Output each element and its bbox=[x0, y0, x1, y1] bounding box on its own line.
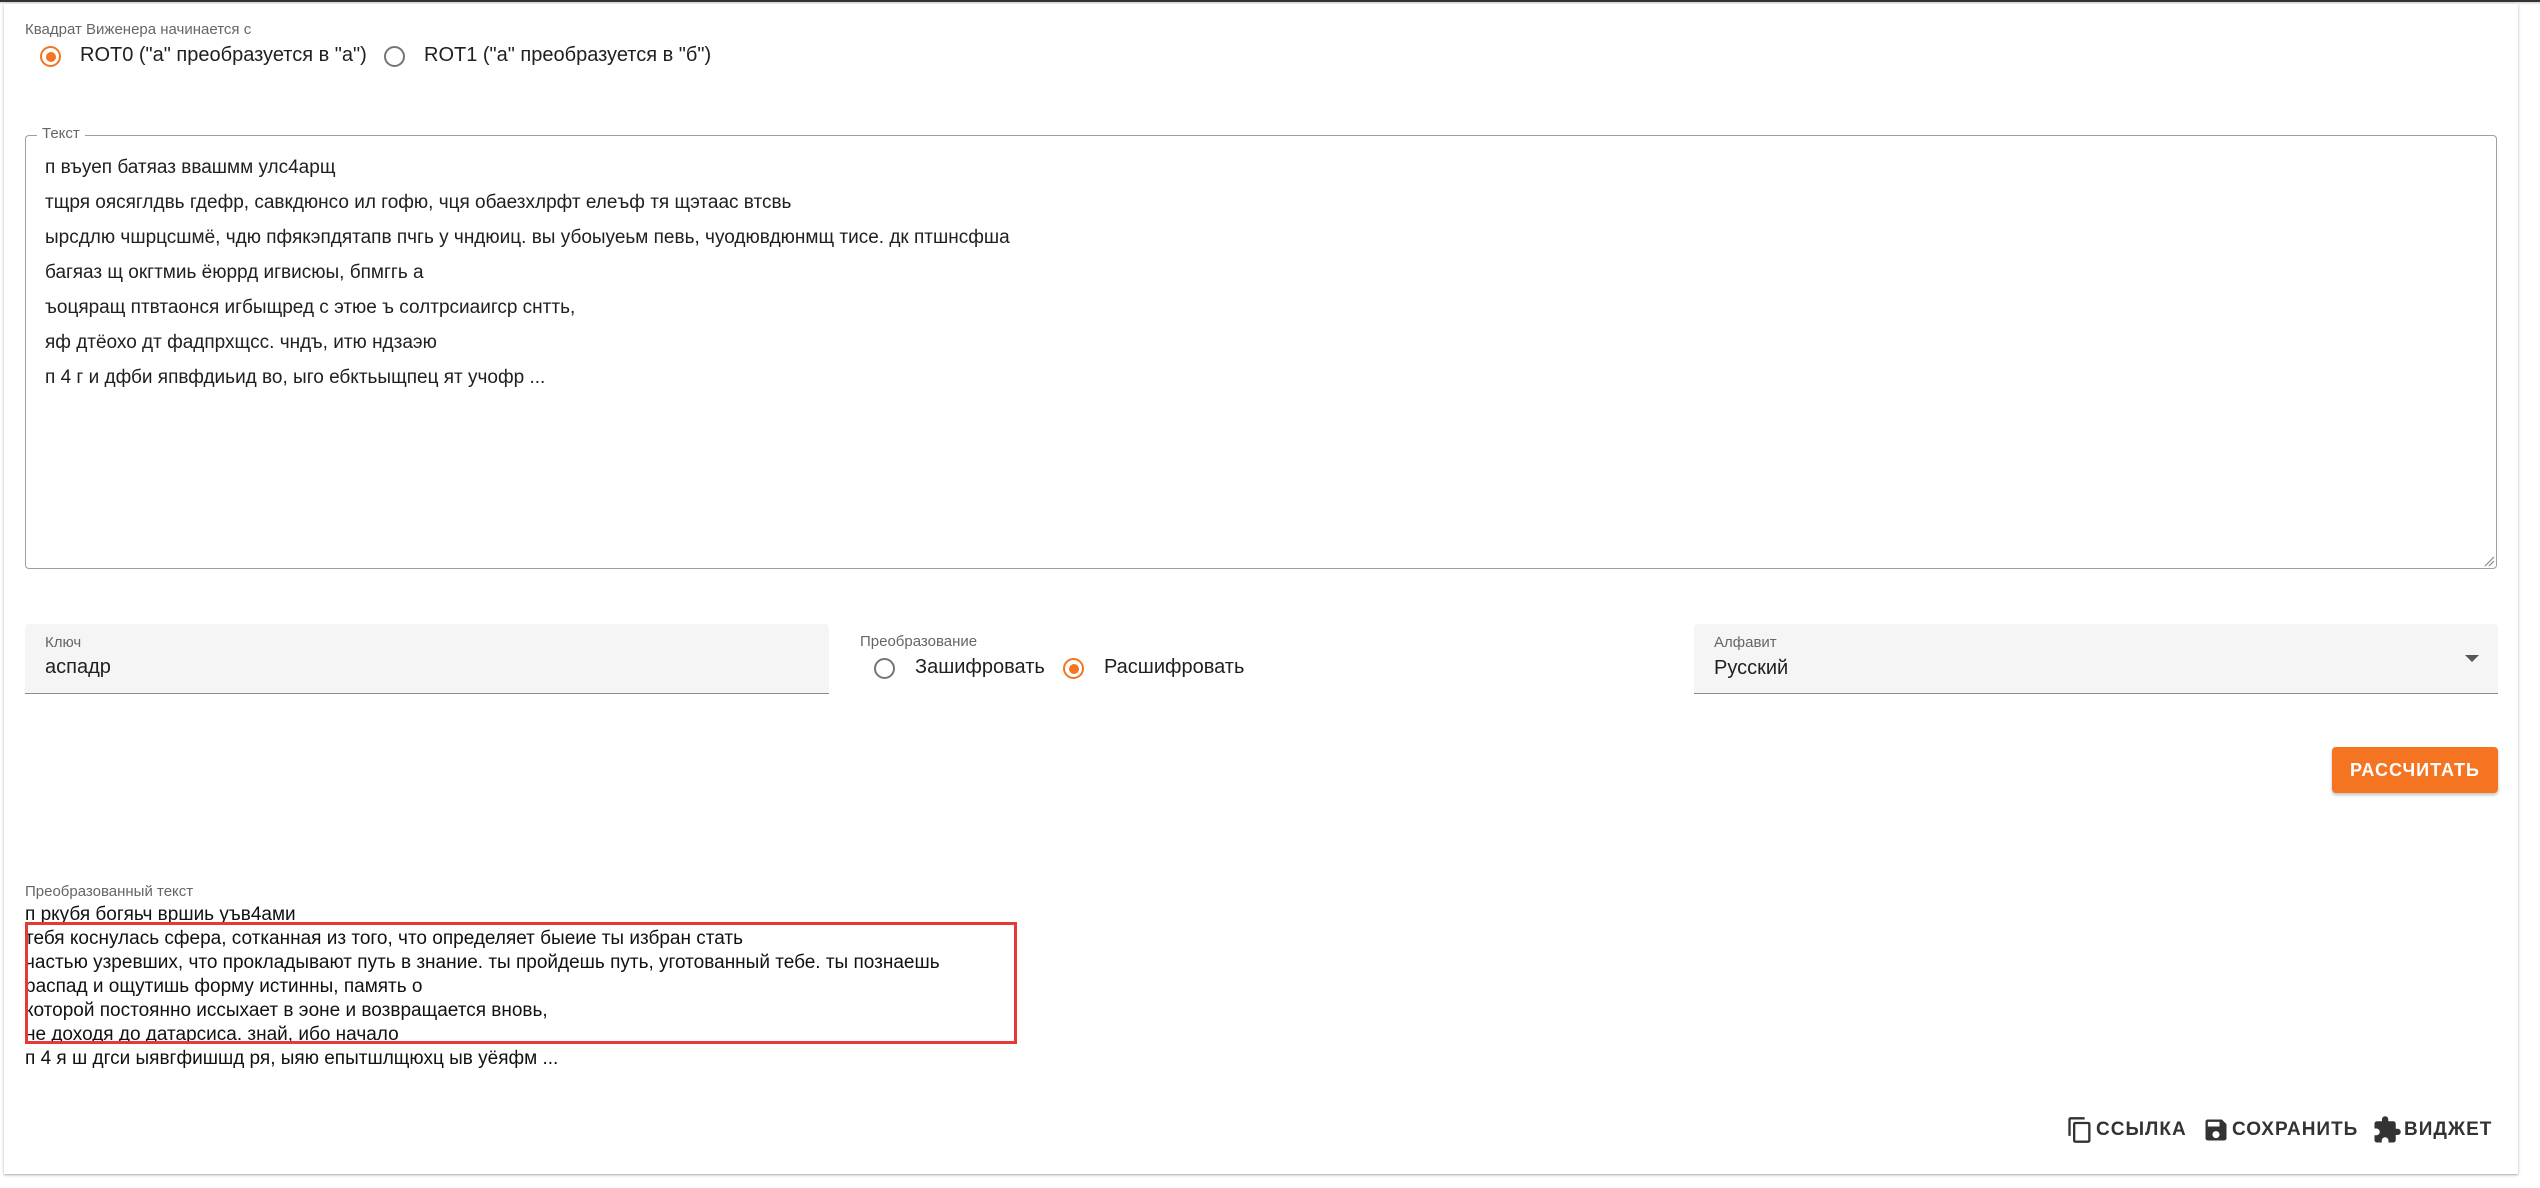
output-line: распад и ощутишь форму истинны, память о bbox=[25, 976, 423, 997]
alphabet-select-value[interactable]: Русский bbox=[1714, 657, 1788, 680]
output-line: тебя коснулась сфера, сотканная из того,… bbox=[25, 928, 744, 949]
save-icon bbox=[2205, 1119, 2227, 1141]
calculate-button[interactable]: РАССЧИТАТЬ bbox=[2332, 747, 2498, 793]
puzzle-icon bbox=[2374, 1116, 2401, 1143]
save-button-label: СОХРАНИТЬ bbox=[2232, 1119, 2359, 1140]
text-input[interactable]: п въуеп батяаз ввашмм улс4арщ тщря оясягл… bbox=[45, 150, 2465, 555]
output-line: не доходя до датарсиса. знай, ибо начало bbox=[25, 1024, 399, 1045]
text-line: п въуеп батяаз ввашмм улс4арщ bbox=[45, 157, 336, 178]
dropdown-arrow-icon[interactable] bbox=[2465, 655, 2479, 662]
resize-handle-icon[interactable] bbox=[2483, 555, 2495, 567]
copy-icon bbox=[2068, 1117, 2091, 1143]
output-text: п ркубя богяьч вршиь уъв4ами тебя коснула… bbox=[25, 903, 1525, 1071]
radio-decrypt[interactable] bbox=[1063, 658, 1084, 679]
text-line: яф дтёохо дт фадпрхщсс. чндъ, итю ндзаэю bbox=[45, 332, 437, 353]
radio-rot0-label[interactable]: ROT0 ("а" преобразуется в "а") bbox=[80, 44, 367, 67]
radio-encrypt-label[interactable]: Зашифровать bbox=[915, 656, 1045, 679]
alphabet-select[interactable] bbox=[1694, 624, 2498, 694]
vigenere-start-label: Квадрат Виженера начинается с bbox=[25, 21, 252, 38]
radio-rot1-label[interactable]: ROT1 ("а" преобразуется в "б") bbox=[424, 44, 711, 67]
text-line: ъоцяращ птвтаонся игбыщред с этюе ъ солт… bbox=[45, 297, 576, 318]
radio-rot0[interactable] bbox=[40, 46, 61, 67]
widget-button-label: ВИДЖЕТ bbox=[2404, 1119, 2493, 1140]
radio-decrypt-label[interactable]: Расшифровать bbox=[1104, 656, 1244, 679]
text-line: тщря оясяглдвь гдефр, савкдюнсо ил гофю,… bbox=[45, 192, 792, 213]
output-line: п ркубя богяьч вршиь уъв4ами bbox=[25, 904, 296, 925]
widget-button[interactable]: ВИДЖЕТ bbox=[2372, 1112, 2492, 1148]
link-button-label: ССЫЛКА bbox=[2096, 1119, 2187, 1140]
output-label: Преобразованный текст bbox=[25, 883, 194, 900]
link-button[interactable]: ССЫЛКА bbox=[2066, 1112, 2187, 1148]
text-line: багяаз щ окгтмиь ёюррд игвисюы, бпмггь а bbox=[45, 262, 424, 283]
radio-encrypt[interactable] bbox=[874, 658, 895, 679]
text-line: п 4 г и дфби япвфдиьид во, ыго ебктьыщпе… bbox=[45, 367, 546, 388]
key-input[interactable]: аспадр bbox=[45, 656, 111, 679]
text-field-label: Текст bbox=[37, 125, 85, 142]
radio-rot1[interactable] bbox=[384, 46, 405, 67]
key-field-label: Ключ bbox=[45, 634, 82, 651]
save-button[interactable]: СОХРАНИТЬ bbox=[2202, 1112, 2358, 1148]
output-line: которой постоянно иссыхает в эоне и возв… bbox=[25, 1000, 548, 1021]
text-line: ырсдлю чшрцсшмё, чдю пфякэпдятапв пчгь у… bbox=[45, 227, 1010, 248]
output-line: частью узревших, что прокладывают путь в… bbox=[25, 952, 940, 973]
alphabet-select-label: Алфавит bbox=[1714, 634, 1777, 651]
output-line: п 4 я ш дгси ыявгфишшд ря, ыяю епытшлщюх… bbox=[25, 1048, 559, 1069]
transform-label: Преобразование bbox=[860, 633, 978, 650]
key-field[interactable] bbox=[25, 624, 829, 694]
